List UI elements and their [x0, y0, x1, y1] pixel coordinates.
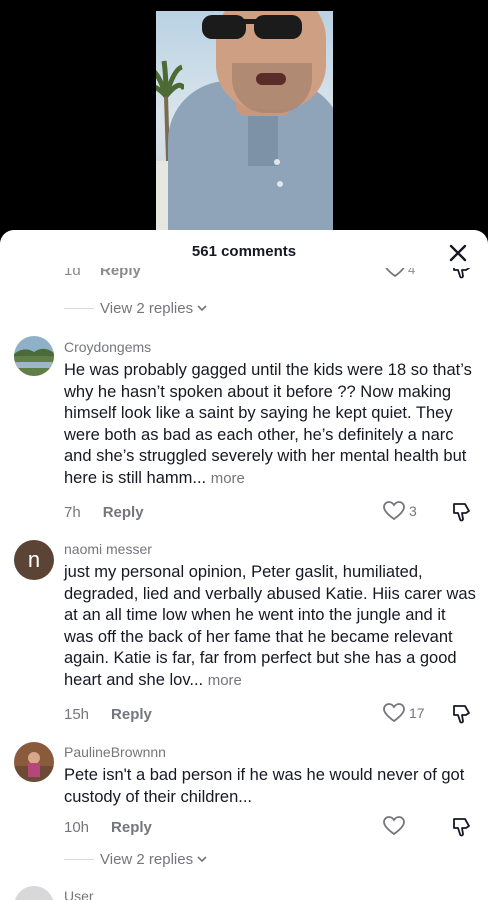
dislike-icon[interactable]: [450, 268, 472, 280]
view-replies-label: View 2 replies: [100, 299, 194, 317]
comment-time: 10h: [64, 818, 90, 836]
avatar[interactable]: [14, 886, 54, 900]
person-avatar-image: [14, 742, 54, 782]
landscape-avatar-image: [14, 336, 54, 376]
comment-username[interactable]: Croydongems: [64, 339, 151, 355]
heart-icon: [383, 501, 405, 521]
comment-meta: 10h Reply: [64, 817, 152, 837]
avatar[interactable]: [14, 336, 54, 376]
view-replies-button[interactable]: View 2 replies: [64, 849, 208, 869]
avatar[interactable]: [14, 742, 54, 782]
like-button[interactable]: [383, 816, 409, 836]
video-frame: [156, 11, 333, 240]
comments-sheet: 561 comments 1d Reply 4 View 2 replies C…: [0, 230, 488, 900]
comment-meta: 7h Reply: [64, 502, 144, 522]
close-icon[interactable]: [446, 241, 470, 265]
heart-icon[interactable]: [384, 268, 406, 278]
like-count: 17: [409, 705, 425, 721]
comment-text: just my personal opinion, Peter gaslit, …: [64, 562, 476, 691]
dislike-icon[interactable]: [450, 816, 472, 838]
sunglasses-icon: [202, 15, 302, 39]
reply-button[interactable]: Reply: [100, 268, 141, 279]
like-count: 4: [408, 268, 416, 277]
comment-username[interactable]: PaulineBrownnn: [64, 744, 166, 760]
comment-text: Pete isn't a bad person if he was he wou…: [64, 765, 476, 808]
divider-line: [64, 307, 94, 309]
comment-username[interactable]: User: [64, 888, 94, 900]
divider-line: [64, 858, 94, 860]
comments-count-title: 561 comments: [191, 243, 297, 260]
comment-time: 1d: [64, 268, 81, 279]
avatar[interactable]: n: [14, 540, 54, 580]
chevron-down-icon: [197, 305, 207, 312]
comment-time: 7h: [64, 503, 81, 521]
like-button[interactable]: 3: [383, 501, 417, 521]
person-mouth: [256, 73, 286, 85]
dislike-icon[interactable]: [450, 501, 472, 523]
like-count: 3: [409, 503, 417, 519]
chevron-down-icon: [197, 856, 207, 863]
dislike-icon[interactable]: [450, 703, 472, 725]
comment-time: 15h: [64, 705, 90, 723]
more-button[interactable]: more: [211, 470, 245, 487]
video-player[interactable]: [0, 0, 488, 240]
shirt-button: [277, 181, 283, 187]
comment-meta: 15h Reply: [64, 704, 152, 724]
comment-body: just my personal opinion, Peter gaslit, …: [64, 563, 476, 689]
shirt-button: [274, 159, 280, 165]
like-button[interactable]: 17: [383, 703, 425, 723]
reply-button[interactable]: Reply: [111, 706, 152, 723]
comment-body: Pete isn't a bad person if he was he wou…: [64, 766, 465, 806]
reply-button[interactable]: Reply: [111, 819, 152, 836]
comment-body: He was probably gagged until the kids we…: [64, 361, 472, 487]
view-replies-label: View 2 replies: [100, 850, 194, 868]
reply-button[interactable]: Reply: [103, 504, 144, 521]
heart-icon: [383, 816, 405, 836]
view-replies-button[interactable]: View 2 replies: [64, 298, 208, 318]
heart-icon: [383, 703, 405, 723]
more-button[interactable]: more: [208, 672, 242, 689]
partial-comment-meta: 1d Reply 4: [0, 268, 488, 284]
comment-text: He was probably gagged until the kids we…: [64, 360, 476, 489]
comment-username[interactable]: naomi messer: [64, 541, 152, 557]
